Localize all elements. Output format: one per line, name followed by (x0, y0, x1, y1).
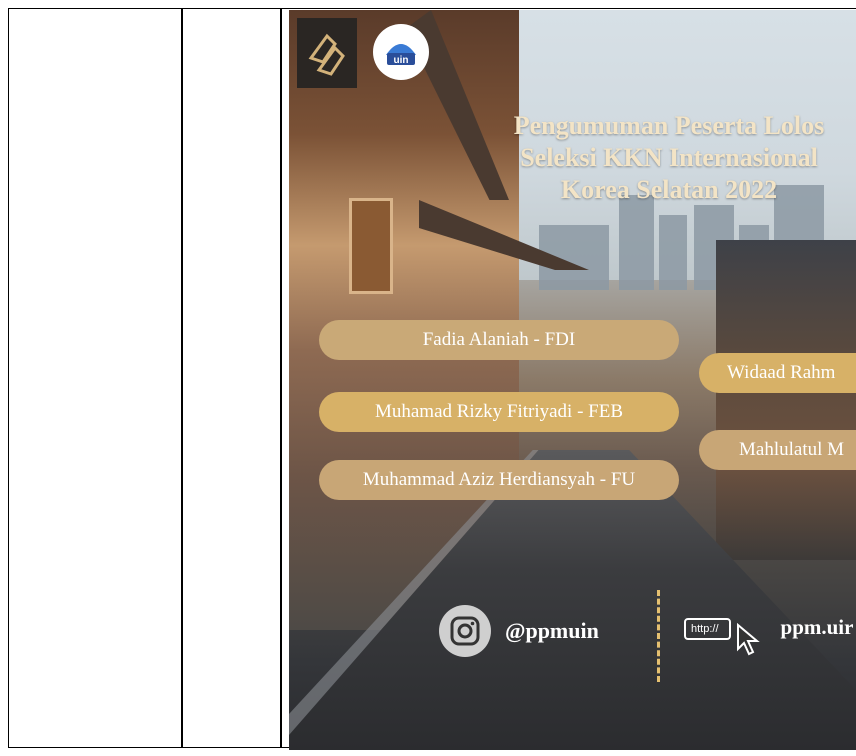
uin-logo-icon: uin (386, 44, 416, 66)
instagram-handle: @ppmuin (505, 618, 599, 643)
poster-title: Pengumuman Peserta Lolos Seleksi KKN Int… (459, 110, 856, 206)
city-building (659, 215, 687, 290)
city-building (619, 195, 654, 290)
title-line-2: Seleksi KKN Internasional (520, 143, 818, 172)
title-line-3: Korea Selatan 2022 (560, 175, 778, 204)
ppm-logo-icon (308, 33, 345, 76)
participant-name-pill: Mahlulatul M (699, 430, 856, 470)
instagram-contact: @ppmuin (439, 605, 599, 657)
dashed-divider (657, 590, 660, 682)
http-label: http:// (684, 617, 731, 640)
cursor-icon (737, 622, 760, 655)
title-line-1: Pengumuman Peserta Lolos (513, 111, 825, 140)
participant-name-pill: Muhamad Rizky Fitriyadi - FEB (319, 392, 679, 432)
kkn-announcement-poster: uin Pengumuman Peserta Lolos Seleksi KKN… (289, 10, 856, 750)
svg-text:uin: uin (394, 55, 409, 66)
website-contact: http:// ppm.uir (684, 615, 854, 655)
instagram-icon (439, 605, 491, 657)
table-column-divider (280, 8, 282, 748)
hanok-window (349, 198, 393, 294)
ppm-logo (297, 18, 357, 88)
table-column-divider (181, 9, 183, 747)
uin-logo: uin (373, 24, 429, 80)
hanok-house-right (716, 240, 856, 560)
participant-name-pill: Fadia Alaniah - FDI (319, 320, 679, 360)
participant-name-pill: Widaad Rahm (699, 353, 856, 393)
participant-name-pill: Muhammad Aziz Herdiansyah - FU (319, 460, 679, 500)
website-url: ppm.uir (780, 615, 854, 639)
